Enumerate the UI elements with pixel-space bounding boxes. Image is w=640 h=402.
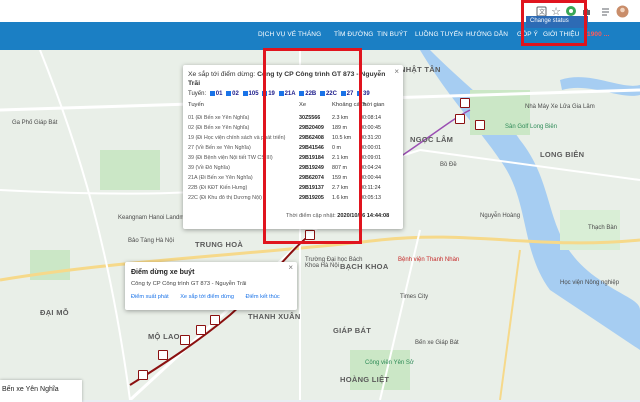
route-panel: Bến xe Yên Nghĩa	[0, 380, 82, 402]
map-label: HOÀNG LIỆT	[340, 375, 390, 384]
end-point-link[interactable]: Điểm kết thúc	[246, 294, 280, 300]
start-point-link[interactable]: Điểm xuất phát	[131, 294, 169, 300]
route-checkbox[interactable]	[226, 91, 232, 96]
map-label: Bến xe Giáp Bát	[415, 340, 459, 346]
map-label: NGỌC LÂM	[410, 135, 454, 144]
map-label: Ga Phố Giáp Bát	[12, 120, 58, 126]
map-label: Sân Golf Long Biên	[505, 124, 558, 130]
map-label: Bảo Tàng Hà Nội	[128, 238, 174, 244]
stop-name: Công ty CP Công trình GT 873 - Nguyễn Tr…	[131, 281, 247, 287]
profile-icon[interactable]	[614, 3, 630, 19]
stop-links: Điểm xuất phát Xe sắp tới điểm dừng Điểm…	[131, 294, 290, 300]
route-checkbox[interactable]	[242, 91, 248, 96]
map-label: Công viên Yên Sở	[365, 360, 414, 366]
nav-item-monthly-ticket[interactable]: DỊCH VỤ VÉ THÁNG	[258, 31, 321, 38]
nav-item-route-finder[interactable]: TÌM ĐƯỜNG	[334, 31, 373, 38]
map-label: Thạch Bàn	[588, 225, 618, 231]
bus-stop-marker[interactable]	[460, 98, 470, 108]
map-label: Times City	[400, 294, 429, 300]
arriving-buses-link[interactable]: Xe sắp tới điểm dừng	[180, 294, 234, 300]
route-panel-text: Bến xe Yên Nghĩa	[2, 386, 59, 393]
bus-stop-marker[interactable]	[158, 350, 168, 360]
map-label: Bệnh viện Thanh Nhàn	[398, 257, 460, 263]
map-label: Bồ Đề	[440, 162, 457, 168]
bus-stop-marker[interactable]	[138, 370, 148, 380]
column-header-time: Thời gian	[360, 102, 385, 108]
map-label: THANH XUÂN	[248, 312, 301, 321]
highlight-box	[521, 0, 587, 46]
nav-item-guide[interactable]: HƯỚNG DẪN	[466, 31, 508, 38]
bus-stop-marker[interactable]	[196, 325, 206, 335]
bus-stop-marker[interactable]	[210, 315, 220, 325]
bus-stop-marker[interactable]	[180, 335, 190, 345]
route-checkbox[interactable]	[209, 91, 215, 96]
map-label: LONG BIÊN	[540, 150, 585, 159]
bus-stop-marker[interactable]	[475, 120, 485, 130]
nav-item-bus-news[interactable]: TIN BUÝT	[377, 31, 407, 38]
stop-popup-title: Điểm dừng xe buýt	[131, 269, 195, 276]
map-label: BẠCH KHOA	[340, 262, 389, 271]
map-label: Nhà Máy Xe Lửa Gia Lâm	[525, 104, 595, 110]
nav-item-routes[interactable]: LUỒNG TUYẾN	[415, 31, 463, 38]
map-label: NHẬT TÂN	[400, 65, 441, 74]
map-label: MỘ LAO	[148, 332, 180, 341]
bus-stop-marker[interactable]	[455, 114, 465, 124]
close-icon[interactable]: ×	[394, 67, 399, 76]
column-header-route: Tuyến	[188, 102, 204, 108]
map-label: ĐẠI MỖ	[40, 308, 69, 317]
map-label: Nguyễn Hoàng	[480, 213, 521, 219]
close-icon[interactable]: ×	[288, 263, 293, 272]
map-label: Học viện Nông nghiệp	[560, 280, 620, 286]
hotline-text: 1900 ...	[587, 31, 610, 38]
map-label: GIÁP BÁT	[333, 326, 372, 335]
highlight-box	[263, 48, 362, 244]
stop-popup: × Điểm dừng xe buýt Công ty CP Công trìn…	[125, 262, 297, 310]
map-label: TRUNG HOÀ	[195, 240, 244, 249]
playlist-icon[interactable]	[598, 3, 614, 19]
